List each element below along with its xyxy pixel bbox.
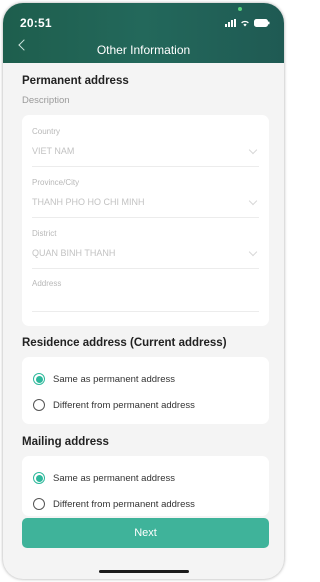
mailing-address-card: Same as permanent address Different from… [22,456,269,516]
residence-different-label: Different from permanent address [53,399,195,411]
privacy-dot-icon [238,7,242,11]
country-value: VIET NAM [32,146,75,156]
province-city-value: THANH PHO HO CHI MINH [32,197,145,207]
residence-same-option[interactable]: Same as permanent address [33,373,175,385]
phone-screen: 20:51 Other Information Permanent addres… [3,3,284,579]
mailing-address-title: Mailing address [22,436,109,448]
residence-address-card: Same as permanent address Different from… [22,357,269,424]
province-city-label: Province/City [32,178,80,187]
district-select[interactable]: District QUAN BINH THANH [32,229,259,269]
permanent-address-description: Description [22,95,70,106]
permanent-address-title: Permanent address [22,75,129,87]
radio-selected-icon[interactable] [33,373,45,385]
permanent-address-card: Country VIET NAM Province/City THANH PHO… [22,115,269,326]
status-icons [225,17,270,27]
mailing-same-label: Same as permanent address [53,472,175,484]
header-bar: 20:51 Other Information [3,3,284,63]
page-title: Other Information [96,43,191,57]
chevron-down-icon [248,145,258,155]
district-value: QUAN BINH THANH [32,248,116,258]
next-button[interactable]: Next [22,518,269,548]
chevron-down-icon [248,247,258,257]
home-indicator[interactable] [99,570,189,573]
residence-different-option[interactable]: Different from permanent address [33,399,195,411]
province-city-select[interactable]: Province/City THANH PHO HO CHI MINH [32,178,259,218]
status-time: 20:51 [20,16,52,30]
address-label: Address [32,279,62,288]
district-label: District [32,229,57,238]
residence-same-label: Same as permanent address [53,373,175,385]
radio-unselected-icon[interactable] [33,399,45,411]
mailing-different-option[interactable]: Different from permanent address [33,498,195,510]
country-select[interactable]: Country VIET NAM [32,127,259,167]
battery-icon [254,19,270,27]
country-label: Country [32,127,61,136]
mailing-same-option[interactable]: Same as permanent address [33,472,175,484]
radio-selected-icon[interactable] [33,472,45,484]
address-field[interactable]: Address [32,279,259,312]
radio-unselected-icon[interactable] [33,498,45,510]
signal-icon [225,19,236,27]
mailing-different-label: Different from permanent address [53,498,195,510]
residence-address-title: Residence address (Current address) [22,337,227,349]
wifi-icon [241,20,249,27]
chevron-down-icon [248,196,258,206]
